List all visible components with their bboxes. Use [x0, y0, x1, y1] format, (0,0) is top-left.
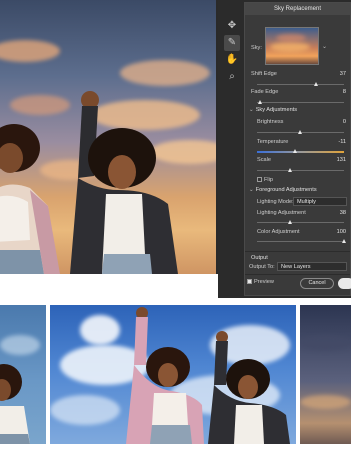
scale-slider[interactable]: [257, 168, 344, 172]
sky-brush-tool-icon[interactable]: ✎: [224, 35, 240, 51]
lighting-adjustment-label: Lighting Adjustment: [257, 210, 306, 216]
brightness-label: Brightness: [257, 119, 284, 125]
variant-photo-blue-sky: [50, 305, 296, 444]
footer-divider: [245, 274, 350, 275]
cancel-button[interactable]: Cancel: [300, 278, 334, 289]
lighting-adjustment-value[interactable]: 38: [340, 210, 346, 216]
sky-dropdown-chevron-icon[interactable]: ⌄: [322, 43, 327, 50]
temperature-slider[interactable]: [257, 149, 344, 153]
sky-label: Sky:: [251, 45, 262, 51]
left-variant-person: [0, 364, 30, 444]
hand-tool-icon[interactable]: ✋: [224, 52, 240, 68]
dialog-title: Sky Replacement: [245, 3, 350, 15]
color-adjustment-value[interactable]: 100: [337, 229, 346, 235]
temperature-value[interactable]: -11: [338, 139, 346, 145]
output-to-select[interactable]: New Layers: [277, 262, 347, 271]
preview-checkbox-box[interactable]: [247, 279, 252, 285]
fade-edge-slider-knob[interactable]: [257, 100, 262, 104]
sky-adjustments-heading[interactable]: ⌄ Sky Adjustments: [249, 107, 297, 113]
left-woman-pink-jacket: [126, 307, 204, 444]
foreground-adjustments-heading[interactable]: ⌄ Foreground Adjustments: [249, 187, 317, 193]
preview-label: Preview: [254, 279, 274, 285]
scale-value[interactable]: 131: [337, 157, 346, 163]
shift-edge-label: Shift Edge: [251, 71, 277, 77]
zoom-tool-icon[interactable]: ⌕: [224, 69, 240, 85]
scale-label: Scale: [257, 157, 271, 163]
chevron-down-icon: ⌄: [249, 107, 254, 113]
sky-move-tool-icon[interactable]: ✥: [224, 18, 240, 34]
fade-edge-value[interactable]: 8: [343, 89, 346, 95]
shift-edge-slider-knob[interactable]: [313, 82, 318, 86]
right-person: [70, 91, 178, 274]
sky-preset-thumbnail[interactable]: [265, 27, 319, 65]
flip-checkbox-box[interactable]: [257, 177, 262, 183]
output-divider: [245, 251, 350, 252]
lighting-mode-select[interactable]: Multiply: [293, 197, 347, 206]
color-adjustment-label: Color Adjustment: [257, 229, 300, 235]
brightness-slider-knob[interactable]: [298, 130, 302, 134]
shift-edge-value[interactable]: 37: [340, 71, 346, 77]
brightness-value[interactable]: 0: [343, 119, 346, 125]
variant-photo-left: [0, 305, 46, 444]
sky-replaced-photo: [0, 0, 216, 274]
preview-checkbox[interactable]: Preview: [247, 279, 274, 285]
variant-photo-dusk: [300, 305, 351, 444]
lighting-adjustment-slider[interactable]: [257, 220, 344, 224]
chevron-down-icon: ⌄: [249, 187, 254, 193]
flip-checkbox[interactable]: Flip: [257, 177, 273, 183]
lighting-mode-label: Lighting Mode:: [257, 199, 294, 205]
fade-edge-label: Fade Edge: [251, 89, 279, 95]
tool-column: ✥ ✎ ✋ ⌕: [224, 18, 242, 86]
lighting-adjustment-slider-knob[interactable]: [287, 220, 292, 224]
color-adjustment-slider[interactable]: [257, 239, 346, 243]
temperature-label: Temperature: [257, 139, 289, 145]
ok-button[interactable]: [338, 278, 351, 289]
brightness-slider[interactable]: [257, 130, 344, 134]
output-to-label: Output To:: [249, 264, 275, 270]
shift-edge-slider[interactable]: [257, 82, 344, 86]
output-heading: Output: [251, 255, 268, 261]
sky-replacement-dialog: Sky Replacement Sky: ⌄ Shift Edge 37 Fad…: [244, 2, 351, 296]
fade-edge-slider[interactable]: [257, 100, 344, 104]
color-adjustment-slider-knob[interactable]: [341, 239, 346, 243]
temperature-slider-knob[interactable]: [292, 149, 297, 153]
flip-label: Flip: [264, 177, 274, 183]
scale-slider-knob[interactable]: [287, 168, 292, 172]
right-woman-black-jacket: [208, 331, 290, 444]
